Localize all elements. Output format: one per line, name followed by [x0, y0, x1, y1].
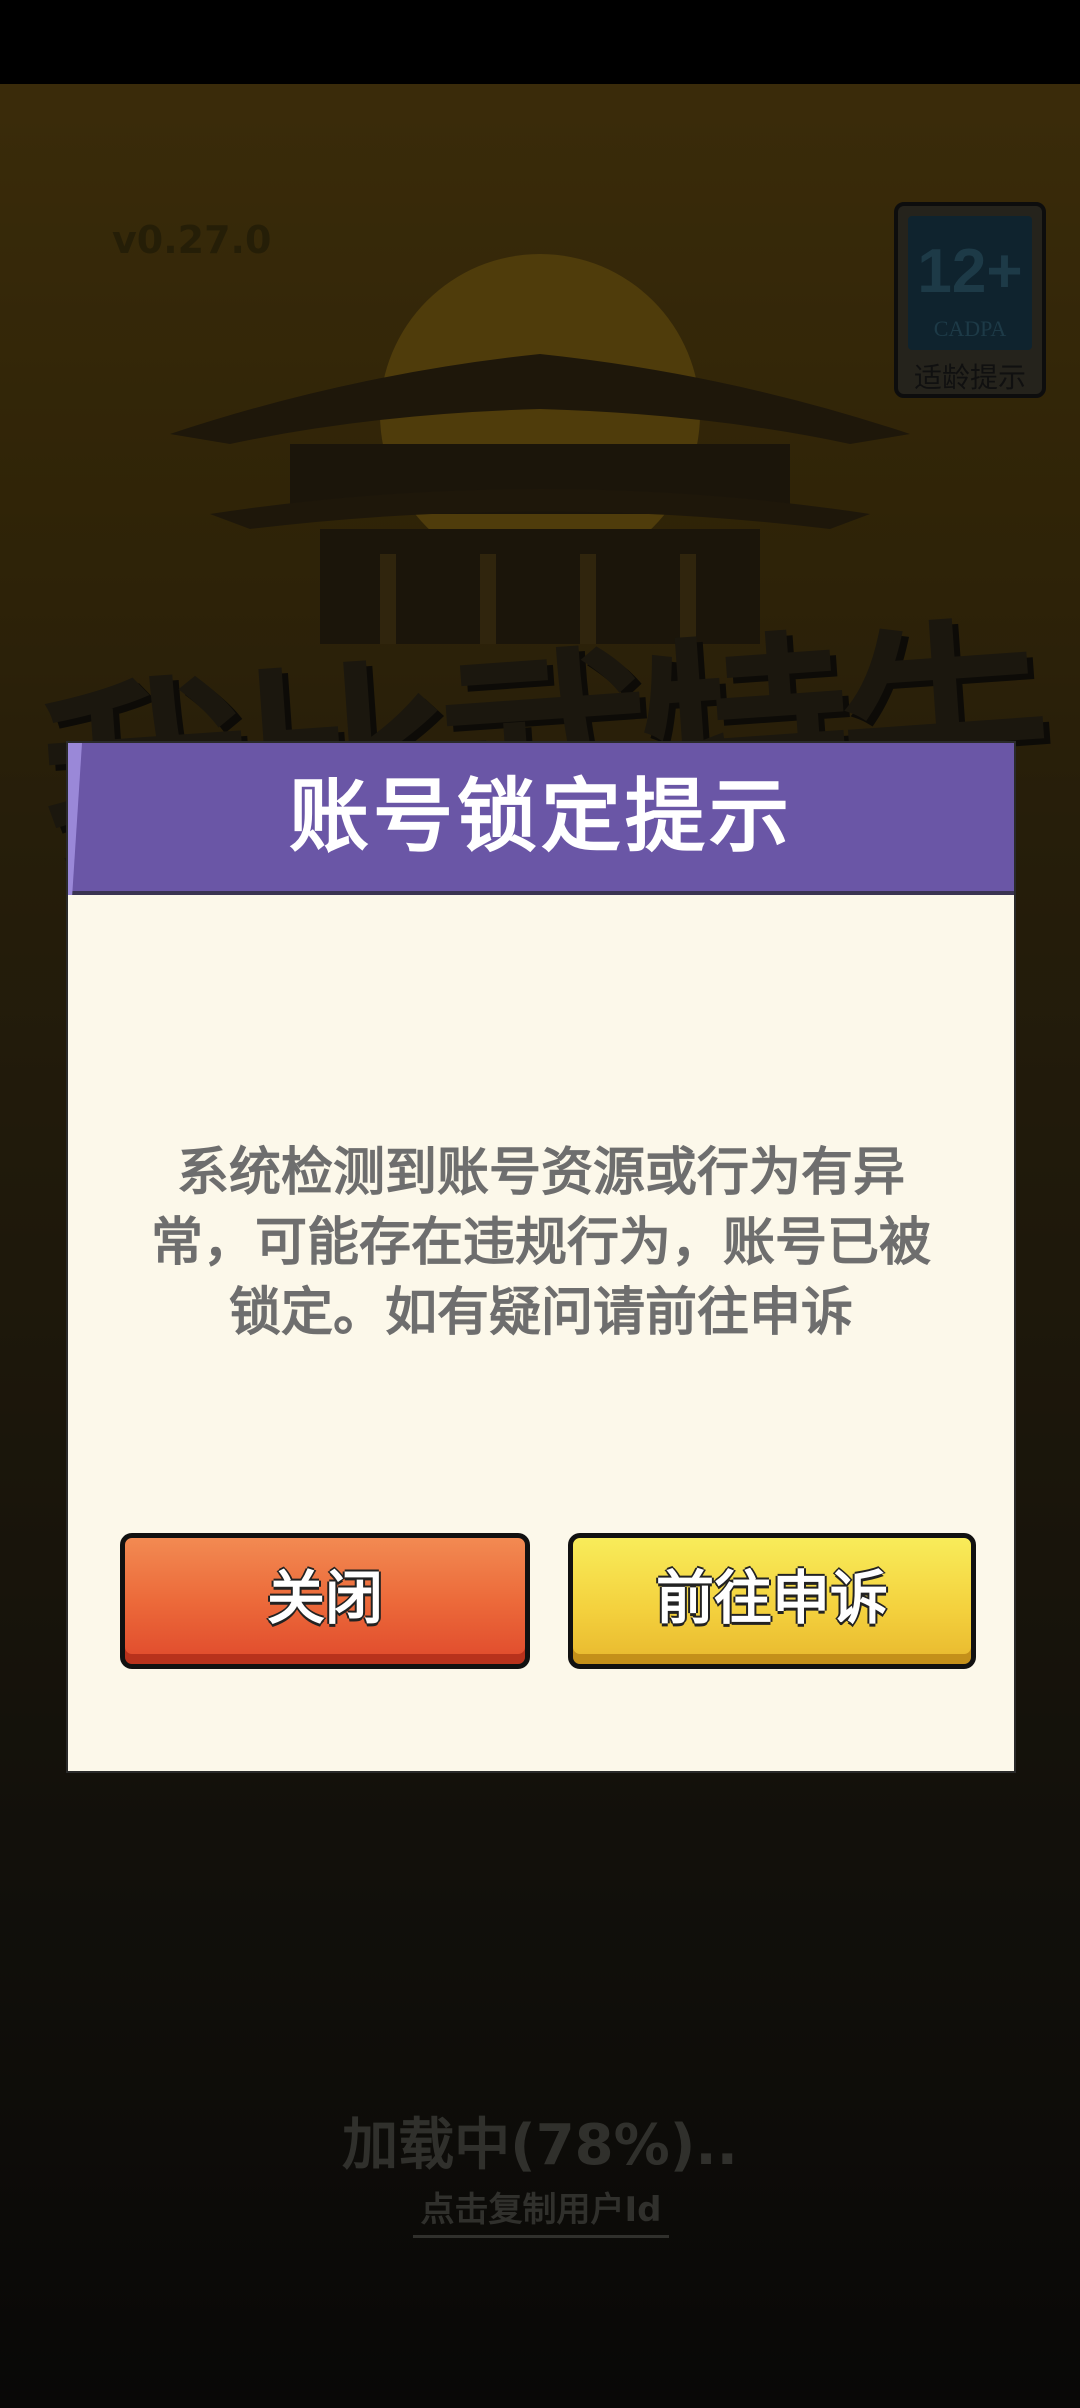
- close-button[interactable]: 关闭: [120, 1533, 530, 1669]
- dialog-message: 系统检测到账号资源或行为有异常，可能存在违规行为，账号已被锁定。如有疑问请前往申…: [150, 1143, 931, 1343]
- dialog-header: 账号锁定提示: [68, 743, 1014, 895]
- appeal-button[interactable]: 前往申诉: [568, 1533, 976, 1669]
- screen: 我比武特牛 v0.27.0 12+ CADPA 适龄提示 加载中(78%).. …: [0, 0, 1080, 2408]
- dialog-title: 账号锁定提示: [289, 770, 793, 863]
- account-locked-dialog: 账号锁定提示 系统检测到账号资源或行为有异常，可能存在违规行为，账号已被锁定。如…: [68, 743, 1014, 1771]
- status-bar: [0, 0, 1080, 84]
